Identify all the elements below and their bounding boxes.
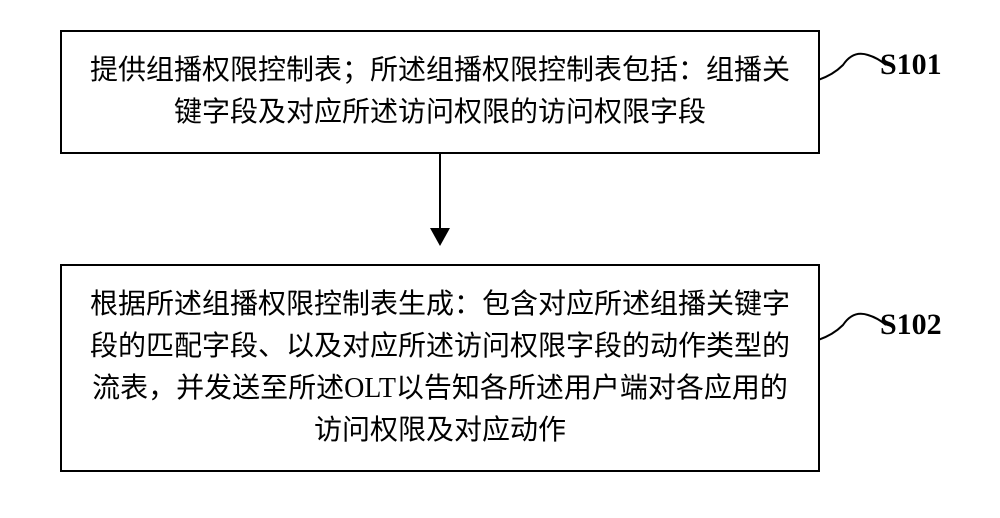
arrow-head-icon xyxy=(430,228,450,246)
flowchart-step-2: 根据所述组播权限控制表生成：包含对应所述组播关键字段的匹配字段、以及对应所述访问… xyxy=(60,264,820,472)
flowchart-step-1: 提供组播权限控制表；所述组播权限控制表包括：组播关键字段及对应所述访问权限的访问… xyxy=(60,30,820,154)
flowchart-container: 提供组播权限控制表；所述组播权限控制表包括：组播关键字段及对应所述访问权限的访问… xyxy=(60,30,820,472)
step-label-1: S101 xyxy=(880,48,942,82)
flowchart-arrow xyxy=(60,154,820,264)
step-1-text: 提供组播权限控制表；所述组播权限控制表包括：组播关键字段及对应所述访问权限的访问… xyxy=(90,55,790,128)
step-label-2: S102 xyxy=(880,308,942,342)
connector-curve-1-icon xyxy=(818,40,888,90)
connector-curve-2-icon xyxy=(818,300,888,350)
arrow-line xyxy=(439,154,441,244)
step-2-text: 根据所述组播权限控制表生成：包含对应所述组播关键字段的匹配字段、以及对应所述访问… xyxy=(90,289,790,446)
